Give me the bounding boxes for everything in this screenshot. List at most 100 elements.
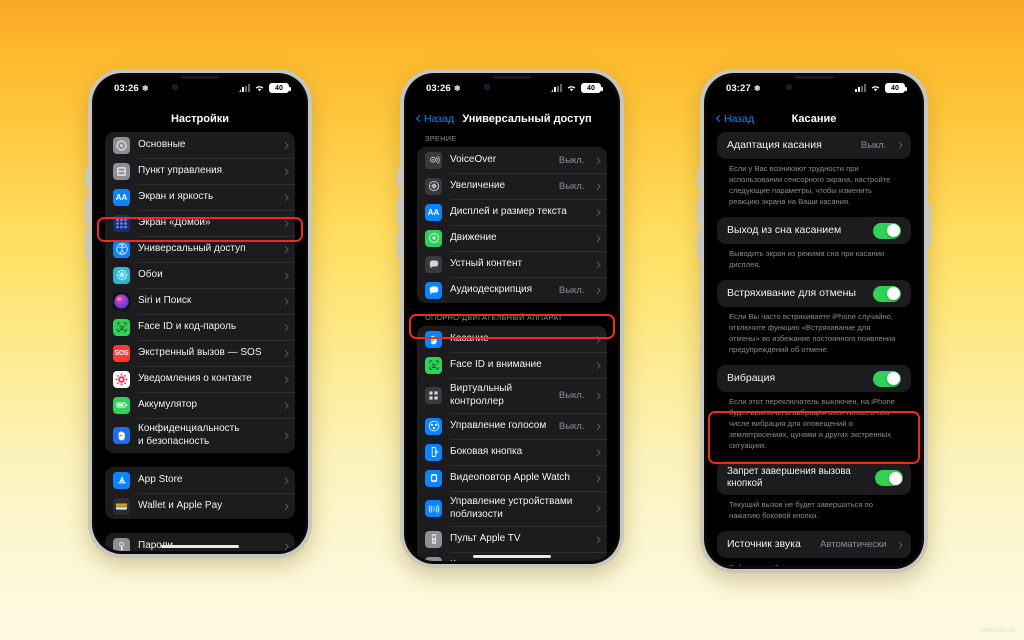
row-prevent-lock-to-end-call[interactable]: Запрет завершения вызова кнопкой: [717, 461, 911, 495]
settings-row-accessibility[interactable]: Универсальный доступ: [105, 236, 295, 262]
notch: [158, 76, 242, 97]
toggle-vibration[interactable]: [873, 370, 901, 387]
row-apple-watch-mirroring[interactable]: Видеоповтор Apple Watch: [417, 465, 607, 491]
volume-down-button[interactable]: [397, 231, 400, 259]
chevron-right-icon: [593, 361, 600, 369]
chevron-right-icon: [593, 234, 600, 242]
settings-row-privacy-security[interactable]: Конфиденциальность и безопасность: [105, 418, 295, 453]
row-label: Видеоповтор Apple Watch: [450, 471, 570, 483]
volume-up-button[interactable]: [85, 197, 88, 225]
volume-buttons[interactable]: [85, 169, 88, 187]
toggle-knob: [888, 471, 902, 485]
settings-row-app-store[interactable]: App Store: [105, 467, 295, 493]
row-touch-accommodations[interactable]: Адаптация касания Выкл.: [717, 132, 911, 159]
row-shake-to-undo[interactable]: Встряхивание для отмены: [717, 280, 911, 307]
settings-row-battery[interactable]: Аккумулятор: [105, 392, 295, 418]
row-label: Конфиденциальность и безопасность: [138, 423, 240, 447]
settings-row-wallet[interactable]: Wallet и Apple Pay: [105, 493, 295, 519]
status-time: 03:26: [114, 83, 139, 94]
battery-icon: [113, 396, 130, 414]
snowflake-icon: ❄: [453, 84, 461, 93]
toggle-tap-to-wake[interactable]: [873, 222, 901, 239]
row-value: Выкл.: [558, 420, 585, 432]
row-virtual-controller[interactable]: Виртуальный контроллер Выкл.: [417, 378, 607, 413]
footnote-vibration: Если этот переключатель выключен, на iPh…: [729, 397, 895, 450]
settings-row-passwords[interactable]: Пароли: [105, 533, 295, 551]
accessibility-icon: [113, 240, 130, 258]
footnote-tap-to-wake: Выводить экран из режима сна при касании…: [729, 249, 885, 269]
row-touch[interactable]: Касание: [417, 326, 607, 352]
row-motion[interactable]: Движение: [417, 225, 607, 251]
volume-buttons[interactable]: [697, 169, 700, 187]
row-nearby-devices[interactable]: Управление устройствами поблизости: [417, 491, 607, 526]
row-label: Управление устройствами поблизости: [450, 496, 573, 520]
settings-list: Основные Пункт управления AA Экран и ярк…: [95, 132, 305, 551]
toggle-shake-to-undo[interactable]: [873, 285, 901, 302]
row-audio-description[interactable]: Аудиодескрипция Выкл.: [417, 277, 607, 303]
back-button[interactable]: Назад: [415, 113, 454, 125]
group-vibration: Вибрация: [717, 365, 911, 392]
settings-row-home-screen[interactable]: Экран «Домой»: [105, 210, 295, 236]
home-indicator: [473, 555, 551, 558]
keyboards-icon: [425, 556, 442, 561]
row-vibration[interactable]: Вибрация: [717, 365, 911, 392]
side-power-button[interactable]: [928, 204, 931, 248]
settings-row-contact-notifications[interactable]: Уведомления о контакте: [105, 366, 295, 392]
chevron-right-icon: [281, 542, 288, 550]
settings-row-sos[interactable]: SOS Экстренный вызов — SOS: [105, 340, 295, 366]
physical-motor-group: Касание Face ID и внимание Виртуальный к…: [417, 326, 607, 561]
settings-row-control-center[interactable]: Пункт управления: [105, 158, 295, 184]
row-value: Выкл.: [558, 154, 585, 166]
touch-settings-list: Адаптация касания Выкл. Если у Вас возни…: [707, 132, 921, 566]
app-store-icon: [113, 471, 130, 489]
settings-row-osnovnye[interactable]: Основные: [105, 132, 295, 158]
row-call-audio-routing[interactable]: Источник звука Автоматически: [717, 531, 911, 558]
sos-icon: SOS: [113, 344, 130, 362]
row-voiceover[interactable]: VoiceOver Выкл.: [417, 147, 607, 173]
volume-down-button[interactable]: [85, 231, 88, 259]
toggle-prevent-lock-to-end-call[interactable]: [875, 470, 903, 487]
volume-buttons[interactable]: [397, 169, 400, 187]
row-label: Пароли: [138, 539, 174, 551]
chevron-right-icon: [593, 448, 600, 456]
toggle-knob: [886, 372, 900, 385]
row-label: Уведомления о контакте: [138, 372, 252, 384]
row-label: Увеличение: [450, 179, 506, 191]
row-voice-control[interactable]: Управление голосом Выкл.: [417, 413, 607, 439]
front-camera-icon: [172, 84, 178, 90]
cellular-signal-icon: [855, 84, 866, 92]
spoken-content-icon: [425, 255, 442, 273]
settings-row-faceid-passcode[interactable]: Face ID и код-пароль: [105, 314, 295, 340]
volume-up-button[interactable]: [697, 197, 700, 225]
settings-row-display-brightness[interactable]: AA Экран и яркость: [105, 184, 295, 210]
back-button[interactable]: Назад: [715, 113, 754, 125]
voiceover-icon: [425, 151, 442, 169]
vision-group: VoiceOver Выкл. Увеличение Выкл. AA Дисп…: [417, 147, 607, 303]
group-prevent-lock-to-end-call: Запрет завершения вызова кнопкой: [717, 461, 911, 496]
row-label: Движение: [450, 231, 497, 243]
display-text-icon: AA: [113, 188, 130, 206]
nav-bar: Назад Касание: [707, 106, 921, 132]
home-indicator: [161, 545, 239, 548]
chevron-right-icon: [281, 167, 288, 175]
volume-down-button[interactable]: [697, 231, 700, 259]
chevron-right-icon: [281, 193, 288, 201]
volume-up-button[interactable]: [397, 197, 400, 225]
touch-icon: [425, 330, 442, 348]
row-faceid-attention[interactable]: Face ID и внимание: [417, 352, 607, 378]
row-label: Обои: [138, 268, 163, 280]
row-display-text-size[interactable]: AA Дисплей и размер текста: [417, 199, 607, 225]
settings-row-wallpaper[interactable]: Обои: [105, 262, 295, 288]
chevron-right-icon: [281, 476, 288, 484]
row-apple-tv-remote[interactable]: Пульт Apple TV: [417, 526, 607, 552]
row-value: Выкл.: [558, 390, 585, 401]
faceid-attention-icon: [425, 356, 442, 374]
row-spoken-content[interactable]: Устный контент: [417, 251, 607, 277]
row-label: Универсальный доступ: [138, 242, 246, 254]
row-tap-to-wake[interactable]: Выход из сна касанием: [717, 217, 911, 244]
row-zoom[interactable]: Увеличение Выкл.: [417, 173, 607, 199]
settings-row-siri-search[interactable]: Siri и Поиск: [105, 288, 295, 314]
row-label: Встряхивание для отмены: [727, 286, 856, 299]
row-side-button[interactable]: Боковая кнопка: [417, 439, 607, 465]
row-label: App Store: [138, 473, 183, 485]
